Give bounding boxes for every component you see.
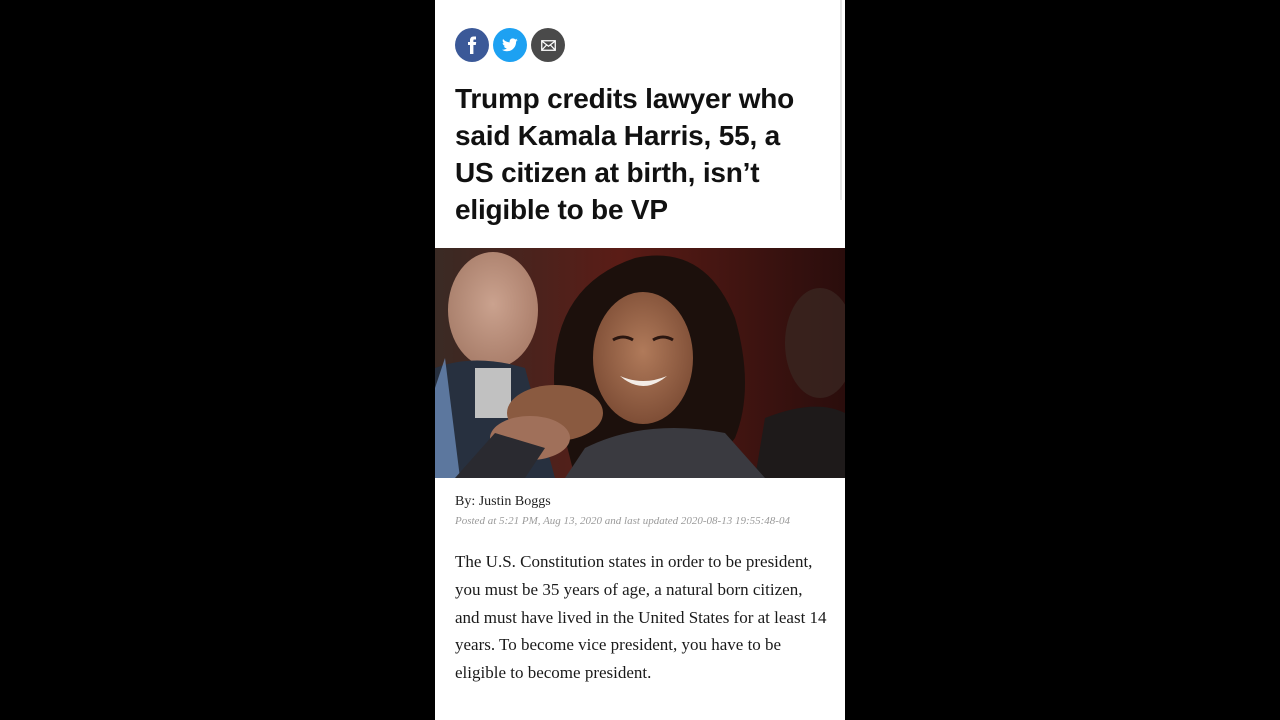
email-icon <box>540 39 556 51</box>
article-byline: By: Justin Boggs <box>455 494 551 509</box>
article-page: Trump credits lawyer who said Kamala Har… <box>435 0 845 720</box>
article-timestamp: Posted at 5:21 PM, Aug 13, 2020 and last… <box>455 515 790 527</box>
scrollbar[interactable] <box>840 0 842 200</box>
email-share-button[interactable] <box>531 28 565 62</box>
facebook-icon <box>465 36 479 54</box>
article-headline: Trump credits lawyer who said Kamala Har… <box>455 83 795 225</box>
facebook-share-button[interactable] <box>455 28 489 62</box>
share-buttons <box>455 28 565 62</box>
twitter-share-button[interactable] <box>493 28 527 62</box>
article-photo <box>435 248 845 478</box>
twitter-icon <box>502 38 518 52</box>
article-body: The U.S. Constitution states in order to… <box>455 552 827 683</box>
